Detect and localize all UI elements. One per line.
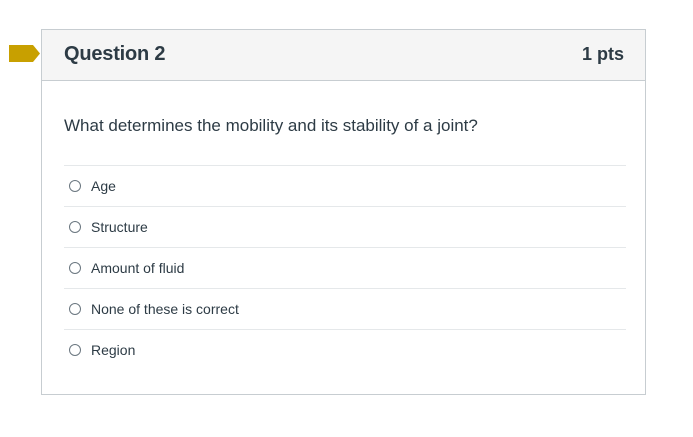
answer-list: Age Structure Amount of fluid None of th… [64,165,626,370]
radio-button[interactable] [69,303,81,315]
question-card: Question 2 1 pts What determines the mob… [41,29,646,395]
answer-label: None of these is correct [91,301,239,317]
radio-button[interactable] [69,262,81,274]
question-title: Question 2 [64,43,166,65]
answer-option-none-correct[interactable]: None of these is correct [64,288,626,329]
radio-button[interactable] [69,221,81,233]
question-header: Question 2 1 pts [42,30,645,81]
question-text: What determines the mobility and its sta… [64,116,478,135]
radio-button[interactable] [69,180,81,192]
answer-option-structure[interactable]: Structure [64,206,626,247]
answer-label: Age [91,178,116,194]
answer-label: Region [91,342,136,358]
answer-label: Amount of fluid [91,260,185,276]
answer-option-age[interactable]: Age [64,165,626,206]
answer-option-region[interactable]: Region [64,329,626,370]
answer-label: Structure [91,219,148,235]
question-points: 1 pts [581,44,624,64]
answer-option-amount-of-fluid[interactable]: Amount of fluid [64,247,626,288]
flag-question-icon[interactable] [9,45,40,62]
radio-button[interactable] [69,344,81,356]
